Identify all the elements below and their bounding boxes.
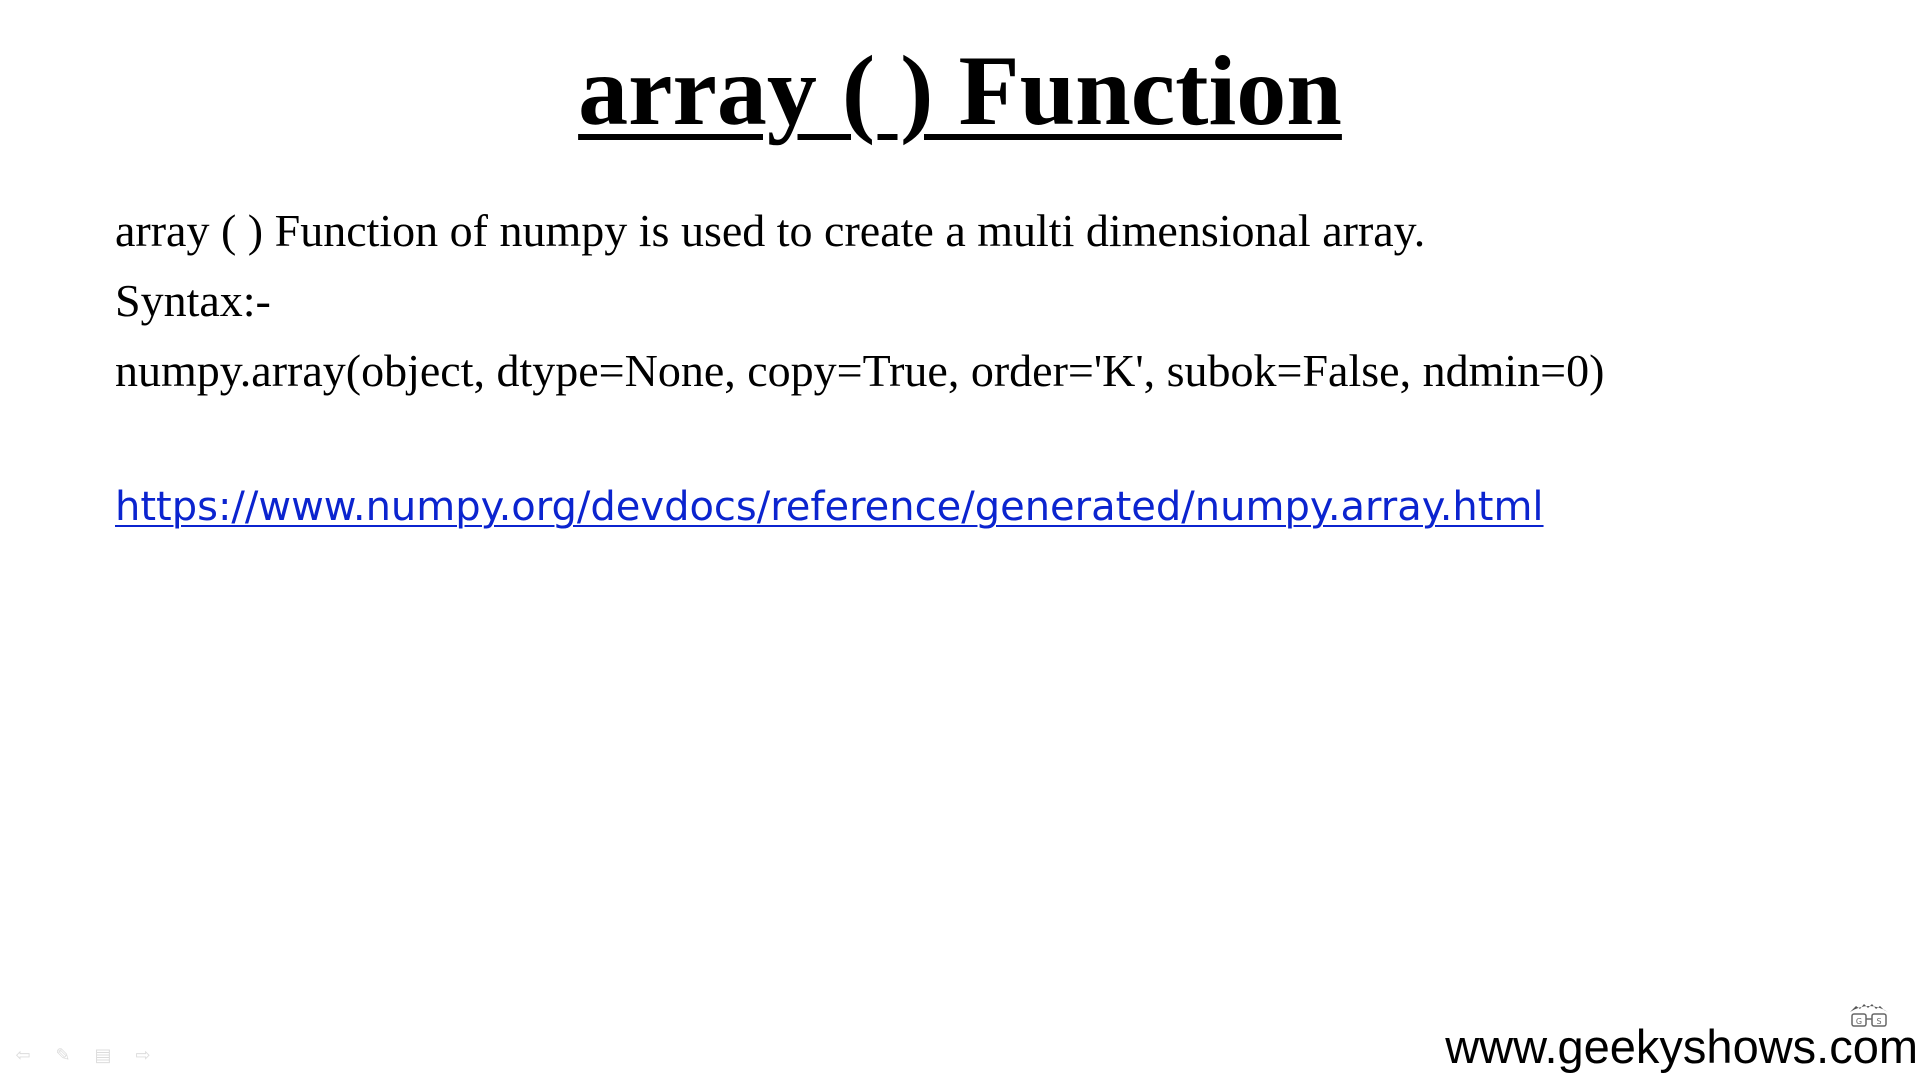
pen-icon[interactable]: ✎ <box>50 1044 76 1066</box>
syntax-signature: numpy.array(object, dtype=None, copy=Tru… <box>115 345 1605 396</box>
syntax-label: Syntax:- <box>115 275 271 326</box>
slideshow-controls: ⇦ ✎ ▤ ⇨ <box>10 1044 156 1066</box>
previous-arrow-icon[interactable]: ⇦ <box>10 1044 36 1066</box>
slide-title-text: array ( ) Function <box>578 35 1342 146</box>
watermark-url: www.geekyshows.com <box>1445 1020 1918 1073</box>
next-arrow-icon[interactable]: ⇨ <box>130 1044 156 1066</box>
numpy-docs-link[interactable]: https://www.numpy.org/devdocs/reference/… <box>115 484 1544 530</box>
slide-title: array ( ) Function <box>0 36 1920 146</box>
menu-icon[interactable]: ▤ <box>90 1044 116 1066</box>
description-text: array ( ) Function of numpy is used to c… <box>115 205 1426 256</box>
presentation-slide: array ( ) Function array ( ) Function of… <box>0 0 1920 1080</box>
